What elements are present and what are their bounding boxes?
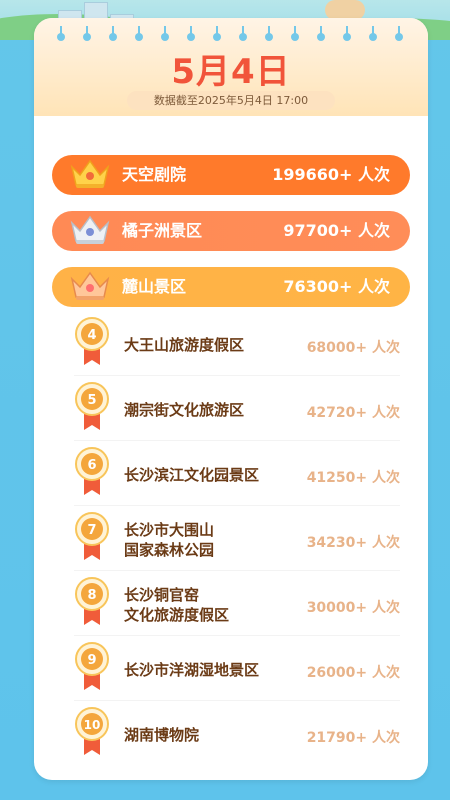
list-item[interactable]: 9 长沙市洋湖湿地景区 26000+ 人次 xyxy=(74,638,400,701)
svg-text:9: 9 xyxy=(87,653,96,668)
binder-pin xyxy=(290,26,300,41)
list-item-value: 68000+ 人次 xyxy=(306,340,400,356)
svg-text:8: 8 xyxy=(87,588,96,603)
rank-2-row[interactable]: 橘子洲景区 97700+ 人次 xyxy=(52,211,410,251)
rank-3-name: 麓山景区 xyxy=(122,277,187,296)
list-item[interactable]: 5 潮宗街文化旅游区 42720+ 人次 xyxy=(74,378,400,441)
list-item-name: 长沙市大围山 xyxy=(124,521,215,539)
binder-pin xyxy=(108,26,118,41)
list-item[interactable]: 10 湖南博物院 21790+ 人次 xyxy=(74,703,400,765)
list-item-value: 34230+ 人次 xyxy=(306,535,400,551)
binder-pin xyxy=(186,26,196,41)
crown-gold-icon xyxy=(70,159,110,188)
binder-pin xyxy=(316,26,326,41)
binder-pin xyxy=(238,26,248,41)
rank-medal-icon: 8 xyxy=(75,577,109,625)
rank-1-row[interactable]: 天空剧院 199660+ 人次 xyxy=(52,155,410,195)
binder-pin xyxy=(134,26,144,41)
binder-pin xyxy=(160,26,170,41)
list-item-value: 26000+ 人次 xyxy=(306,665,400,681)
rank-1-name: 天空剧院 xyxy=(122,165,187,184)
svg-text:6: 6 xyxy=(87,458,96,473)
rank-medal-icon: 7 xyxy=(75,512,109,560)
date-title: 5月4日 xyxy=(171,52,291,92)
binder-pin xyxy=(394,26,404,41)
list-item-name: 大王山旅游度假区 xyxy=(124,336,245,354)
list-item-name: 湖南博物院 xyxy=(124,726,200,744)
list-item[interactable]: 8 长沙铜官窑 文化旅游度假区 30000+ 人次 xyxy=(74,573,400,636)
rank-3-value: 76300+ 人次 xyxy=(283,277,390,296)
list-item-name: 长沙滨江文化园景区 xyxy=(124,466,260,484)
svg-text:7: 7 xyxy=(87,523,96,538)
crown-bronze-icon xyxy=(70,271,110,300)
list-item-name: 潮宗街文化旅游区 xyxy=(124,401,245,419)
rank-medal-icon: 9 xyxy=(75,642,109,690)
list-item-value: 30000+ 人次 xyxy=(306,600,400,616)
list-item-name-line2: 国家森林公园 xyxy=(124,541,215,559)
data-updated-label: 数据截至2025年5月4日 17:00 xyxy=(127,91,335,110)
rank-medal-icon: 10 xyxy=(75,707,109,755)
rank-medal-icon: 5 xyxy=(75,382,109,430)
list-item[interactable]: 7 长沙市大围山 国家森林公园 34230+ 人次 xyxy=(74,508,400,571)
list-item-value: 41250+ 人次 xyxy=(306,470,400,486)
rank-medal-icon: 6 xyxy=(75,447,109,495)
ranking-card: 5月4日 数据截至2025年5月4日 17:00 天空剧院 199660+ 人次… xyxy=(34,18,428,780)
rank-3-row[interactable]: 麓山景区 76300+ 人次 xyxy=(52,267,410,307)
binder-pin xyxy=(56,26,66,41)
list-item-value: 21790+ 人次 xyxy=(306,730,400,746)
card-header: 5月4日 数据截至2025年5月4日 17:00 xyxy=(34,18,428,116)
rank-2-value: 97700+ 人次 xyxy=(283,221,390,240)
svg-text:5: 5 xyxy=(87,393,96,408)
binder-pin xyxy=(342,26,352,41)
list-item[interactable]: 4 大王山旅游度假区 68000+ 人次 xyxy=(74,313,400,376)
svg-text:4: 4 xyxy=(87,328,96,343)
rank-2-name: 橘子洲景区 xyxy=(122,221,203,240)
list-item-name: 长沙铜官窑 xyxy=(124,586,200,604)
rank-medal-icon: 4 xyxy=(75,317,109,365)
rank-1-value: 199660+ 人次 xyxy=(272,165,390,184)
list-item-value: 42720+ 人次 xyxy=(306,405,400,421)
binder-pin xyxy=(212,26,222,41)
binder-pin xyxy=(368,26,378,41)
binder-pin xyxy=(264,26,274,41)
binder-pin xyxy=(82,26,92,41)
binder-pins xyxy=(44,26,418,46)
list-item[interactable]: 6 长沙滨江文化园景区 41250+ 人次 xyxy=(74,443,400,506)
svg-text:10: 10 xyxy=(84,718,101,732)
list-item-name-line2: 文化旅游度假区 xyxy=(124,606,230,624)
crown-silver-icon xyxy=(70,215,110,244)
list-item-name: 长沙市洋湖湿地景区 xyxy=(124,661,260,679)
